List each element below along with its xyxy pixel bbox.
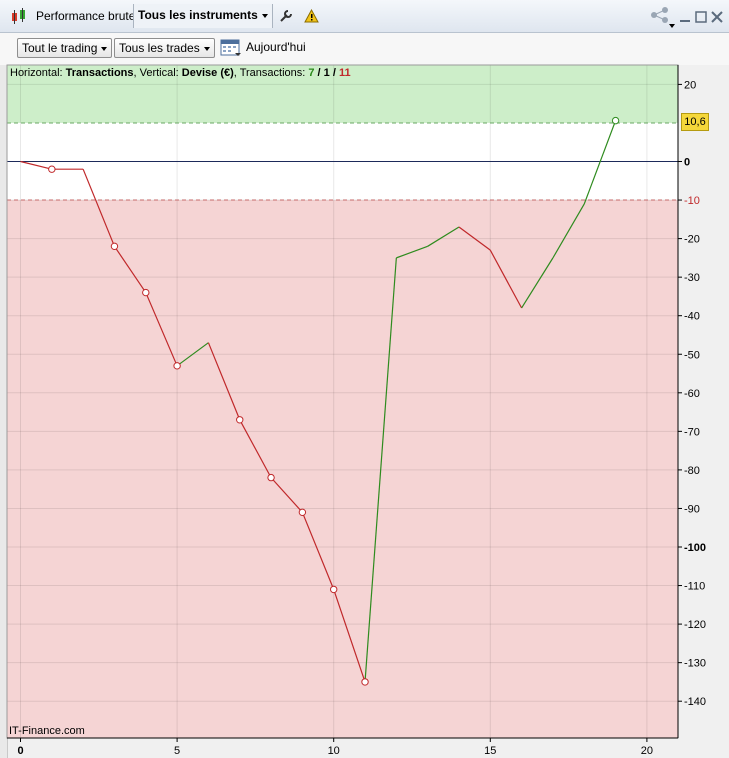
sep-2: /	[329, 67, 339, 79]
vertical-label: , Vertical:	[133, 67, 182, 79]
credit-label: IT-Finance.com	[9, 725, 85, 737]
y-tick-label: 0	[684, 157, 690, 169]
data-point	[48, 165, 56, 173]
transactions-label: , Transactions:	[233, 67, 309, 79]
vertical-value: Devise (€)	[181, 67, 234, 79]
data-point	[330, 585, 338, 594]
y-tick-label: -50	[684, 349, 700, 361]
data-point	[611, 116, 620, 125]
y-tick-label: 20	[684, 79, 696, 91]
x-tick-label: 0	[17, 745, 23, 757]
data-point	[236, 416, 244, 424]
data-point	[267, 473, 275, 482]
transactions-loss: 11	[338, 67, 351, 79]
x-tick-label: 15	[484, 745, 496, 757]
y-tick-label: -100	[684, 542, 706, 554]
data-point	[142, 288, 150, 297]
y-tick-label: -110	[684, 581, 705, 593]
chart-info-line: Horizontal: Transactions, Vertical: Devi…	[10, 67, 351, 79]
y-tick-label: -70	[684, 426, 700, 438]
y-tick-label: -130	[684, 658, 706, 670]
sep-1: /	[314, 67, 324, 79]
y-tick-label: -120	[684, 619, 706, 631]
y-tick-label: -40	[684, 311, 700, 323]
y-tick-label: -30	[684, 272, 700, 284]
data-point	[173, 362, 181, 370]
performance-chart: 20 0 -10 -20 -30 -40 -50 -60 -70 -80 -90 -100 -110 -1…	[6, 64, 706, 757]
horizontal-label: Horizontal:	[10, 67, 66, 79]
y-tick-label: -10	[684, 195, 700, 207]
loss-zone	[7, 200, 678, 739]
data-point	[298, 508, 307, 517]
y-tick-label: -20	[684, 234, 700, 246]
y-tick-label: -60	[684, 388, 700, 400]
horizontal-value: Transactions	[65, 67, 134, 79]
y-tick-label: -140	[684, 696, 706, 708]
x-tick-label: 20	[641, 745, 653, 757]
data-point	[110, 242, 119, 251]
y-tick-label: -80	[684, 465, 700, 477]
last-value-tag: 10,6	[681, 113, 709, 131]
x-tick-label: 10	[328, 745, 340, 757]
x-tick-label: 5	[174, 745, 180, 757]
data-point	[361, 678, 369, 686]
y-tick-label: -90	[684, 503, 700, 515]
